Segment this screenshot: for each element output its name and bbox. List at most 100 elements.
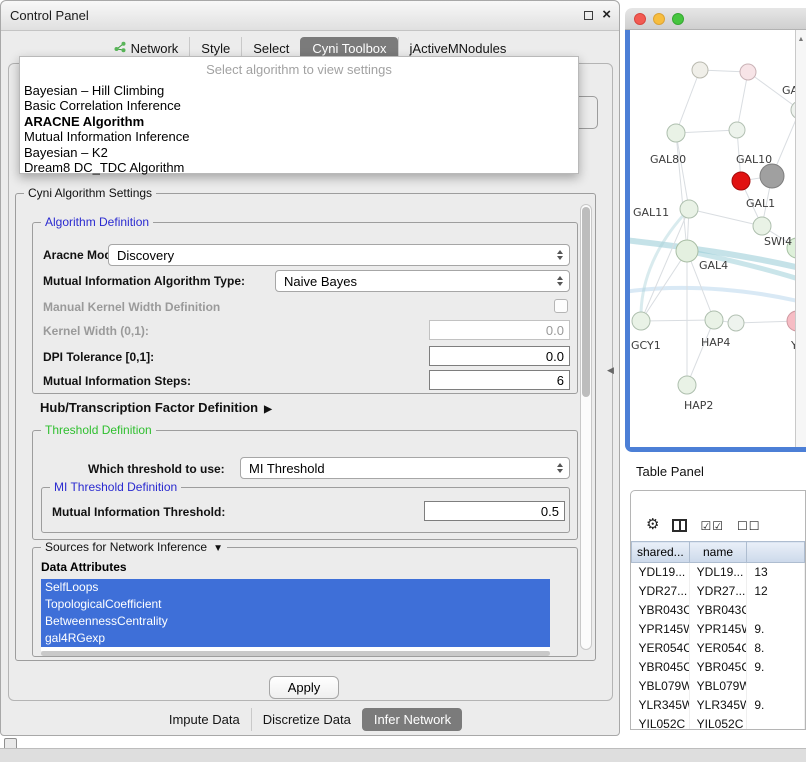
window-controls: ×	[584, 7, 611, 23]
network-node-gal1[interactable]	[753, 217, 771, 235]
hub-definition-toggle[interactable]: Hub/Transcription Factor Definition▶	[40, 400, 272, 415]
network-edge[interactable]	[736, 321, 795, 323]
network-node-gal80[interactable]	[667, 124, 685, 142]
mi-type-combobox[interactable]: Naive Bayes	[275, 270, 570, 292]
mi-threshold-value: 0.5	[541, 504, 559, 519]
which-threshold-combobox[interactable]: MI Threshold	[240, 457, 570, 479]
network-node[interactable]	[729, 122, 745, 138]
attribute-item-selfloops[interactable]: SelfLoops	[41, 579, 550, 596]
network-node-y[interactable]	[787, 311, 795, 331]
network-node-gal4[interactable]	[676, 240, 698, 262]
table-row[interactable]: YDL19...YDL19...13	[632, 563, 805, 582]
close-panel-button[interactable]: ×	[602, 7, 611, 23]
table-row[interactable]: YLR345WYLR345W9.	[632, 696, 805, 715]
dpi-tolerance-field[interactable]: 0.0	[429, 346, 570, 366]
network-node[interactable]	[728, 315, 744, 331]
table-panel-title: Table Panel	[636, 464, 704, 479]
apply-button[interactable]: Apply	[269, 676, 339, 699]
sources-group: Sources for Network Inference▼ Data Attr…	[32, 547, 578, 657]
algorithm-option-bayesian-hill-climbing[interactable]: Bayesian – Hill Climbing	[20, 83, 578, 98]
close-window-button[interactable]	[634, 13, 646, 25]
unselect-all-columns-icon[interactable]: ☐☐	[737, 520, 761, 532]
attribute-item-topologicalcoefficient[interactable]: TopologicalCoefficient	[41, 596, 550, 613]
tab-impute-data[interactable]: Impute Data	[158, 708, 251, 731]
attribute-item-betweennesscentrality[interactable]: BetweennessCentrality	[41, 613, 550, 630]
float-panel-button[interactable]	[584, 7, 593, 23]
network-graph[interactable]: GALGAL80GAL10GAL11GAL1SWI4GAL4GCY1HAP4YH…	[630, 30, 795, 442]
select-all-columns-icon[interactable]: ☑☑	[700, 520, 724, 532]
show-columns-icon[interactable]	[672, 519, 687, 532]
tab-discretize-data[interactable]: Discretize Data	[251, 708, 362, 731]
algorithm-option-bayesian-k2[interactable]: Bayesian – K2	[20, 145, 578, 160]
mi-threshold-group: MI Threshold Definition Mutual Informati…	[41, 487, 570, 533]
algorithm-option-aracne-algorithm[interactable]: ARACNE Algorithm	[20, 114, 578, 129]
table-cell: YDL19...	[632, 563, 690, 582]
network-node-hap2[interactable]	[678, 376, 696, 394]
network-window-titlebar[interactable]	[625, 8, 806, 30]
column-header-shared-[interactable]: shared...	[632, 542, 690, 563]
table-settings-gear-icon[interactable]: ⚙	[646, 517, 659, 532]
tab-infer-network[interactable]: Infer Network	[362, 708, 462, 731]
column-header-name[interactable]: name	[689, 542, 747, 563]
tab-label: Network	[131, 41, 179, 56]
table-row[interactable]: YBL079WYBL079W	[632, 677, 805, 696]
network-edge[interactable]	[687, 320, 714, 385]
table-cell: YBL079W	[632, 677, 690, 696]
zoom-window-button[interactable]	[672, 13, 684, 25]
mi-threshold-field[interactable]: 0.5	[424, 501, 565, 521]
aracne-mode-combobox[interactable]: Discovery	[108, 244, 570, 266]
network-edge[interactable]	[737, 72, 748, 130]
network-edge[interactable]	[676, 133, 687, 251]
algorithm-dropdown-popup: Select algorithm to view settings Bayesi…	[19, 56, 579, 174]
network-node[interactable]	[692, 62, 708, 78]
network-node-gal11[interactable]	[680, 200, 698, 218]
algorithm-option-mutual-information-inference[interactable]: Mutual Information Inference	[20, 129, 578, 144]
network-node-gcy1[interactable]	[632, 312, 650, 330]
scrollbar-thumb[interactable]	[582, 207, 590, 397]
mi-type-label: Mutual Information Algorithm Type:	[43, 274, 245, 288]
table-row[interactable]: YIL052CYIL052C	[632, 715, 805, 731]
settings-scrollbar[interactable]	[580, 204, 592, 650]
network-edge[interactable]	[689, 209, 762, 226]
attribute-item-gal4rgexp[interactable]: gal4RGexp	[41, 630, 550, 647]
dropdown-placeholder[interactable]: Select algorithm to view settings	[20, 57, 578, 83]
network-node-gal10[interactable]	[732, 172, 750, 190]
network-node[interactable]	[740, 64, 756, 80]
network-edge[interactable]	[641, 320, 714, 321]
network-edge[interactable]	[676, 70, 700, 133]
table-cell: YDR27...	[632, 582, 690, 601]
algorithm-option-basic-correlation-inference[interactable]: Basic Correlation Inference	[20, 98, 578, 113]
algorithm-option-dream8-dc-tdc-algorithm[interactable]: Dream8 DC_TDC Algorithm	[20, 160, 578, 175]
table-row[interactable]: YER054CYER054C8.	[632, 639, 805, 658]
table-row[interactable]: YBR045CYBR045C9.	[632, 658, 805, 677]
collapse-down-icon[interactable]: ▼	[213, 543, 223, 554]
network-canvas[interactable]: GALGAL80GAL10GAL11GAL1SWI4GAL4GCY1HAP4YH…	[630, 30, 806, 447]
control-panel-titlebar: Control Panel ×	[1, 1, 619, 31]
network-node-hap4[interactable]	[705, 311, 723, 329]
combobox-arrows-icon	[557, 276, 563, 286]
sources-legend: Sources for Network Inference ▼	[41, 540, 227, 554]
mi-steps-field[interactable]: 6	[429, 370, 570, 390]
scroll-up-icon[interactable]: ▲	[796, 36, 806, 43]
table-row[interactable]: YBR043CYBR043C	[632, 601, 805, 620]
table-cell: YER054C	[632, 639, 690, 658]
mi-type-value: Naive Bayes	[284, 274, 357, 289]
table-row[interactable]: YDR27...YDR27...12	[632, 582, 805, 601]
manual-kernel-checkbox[interactable]	[554, 299, 568, 313]
table-row[interactable]: YPR145WYPR145W9.	[632, 620, 805, 639]
column-header-extra[interactable]	[747, 542, 805, 563]
kernel-width-field[interactable]: 0.0	[429, 320, 570, 340]
network-node-label: GAL11	[633, 206, 669, 219]
table-cell: 13	[747, 563, 805, 582]
network-scrollbar[interactable]: ▲	[795, 30, 806, 447]
dpi-tolerance-label: DPI Tolerance [0,1]:	[43, 350, 154, 364]
network-edge[interactable]	[641, 209, 689, 321]
minimize-window-button[interactable]	[653, 13, 665, 25]
attribute-list-hscrollbar[interactable]	[41, 651, 550, 656]
network-node[interactable]	[760, 164, 784, 188]
sources-legend-text: Sources for Network Inference	[45, 540, 207, 554]
panel-collapse-arrow[interactable]: ◀	[607, 365, 614, 376]
table-cell: 9.	[747, 658, 805, 677]
attribute-list[interactable]: SelfLoopsTopologicalCoefficientBetweenne…	[41, 579, 550, 651]
mi-threshold-label: Mutual Information Threshold:	[52, 505, 225, 519]
